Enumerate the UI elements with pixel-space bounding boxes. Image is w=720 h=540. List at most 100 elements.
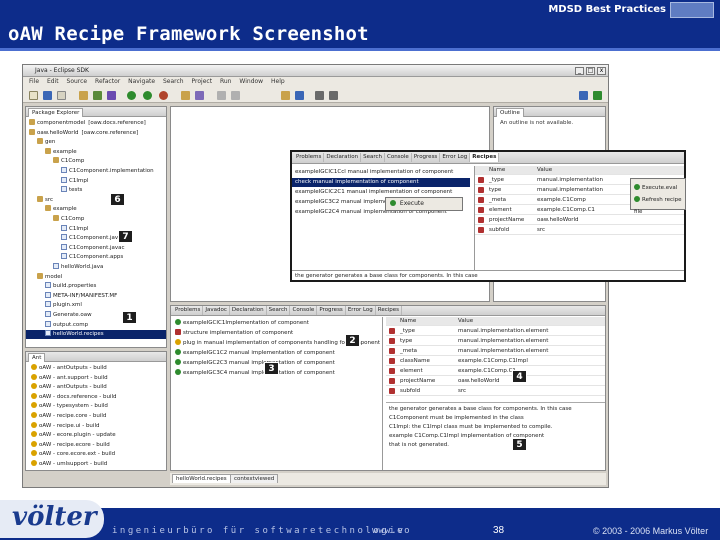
- close-button[interactable]: x: [597, 67, 606, 75]
- zoom-tab-problems[interactable]: Problems: [294, 153, 325, 162]
- debug-icon[interactable]: [127, 91, 136, 100]
- table-row[interactable]: subfold src: [386, 387, 605, 396]
- tree-item[interactable]: model: [26, 272, 166, 282]
- open-folder-icon[interactable]: [181, 91, 190, 100]
- tree-item[interactable]: C1Component.java: [26, 234, 166, 243]
- tree-item[interactable]: META-INF/MANIFEST.MF: [26, 291, 166, 301]
- prev-annotation-icon[interactable]: [315, 91, 324, 100]
- menu-refactor[interactable]: Refactor: [95, 77, 120, 87]
- tree-item[interactable]: example: [26, 147, 166, 157]
- tab-ant[interactable]: Ant: [28, 353, 46, 362]
- tab-search[interactable]: Search: [267, 306, 291, 315]
- menu-source[interactable]: Source: [67, 77, 88, 87]
- tree-item[interactable]: Generate.oaw: [26, 311, 166, 320]
- forward-icon[interactable]: [231, 91, 240, 100]
- table-row[interactable]: element example.C1Comp.C1: [386, 367, 605, 376]
- menu-run[interactable]: Run: [220, 77, 232, 87]
- run-icon[interactable]: [143, 91, 152, 100]
- tab-hello-world-recipes[interactable]: helloWorld.recipes: [172, 474, 231, 483]
- tree-item[interactable]: tests: [26, 186, 166, 195]
- tree-item[interactable]: output.comp: [26, 320, 166, 330]
- ant-target[interactable]: oAW - docs.reference - build: [26, 392, 166, 402]
- zoom-check-item[interactable]: check manual implementation of component: [292, 178, 470, 187]
- save-icon[interactable]: [43, 91, 52, 100]
- check-item[interactable]: exampleIGCIC1Implementation of component: [171, 319, 382, 328]
- table-row[interactable]: className example.C1Comp.C1Impl: [386, 357, 605, 366]
- zoom-tab-console[interactable]: Console: [385, 153, 412, 162]
- tree-item[interactable]: oaw.helloWorld [oaw.core.reference]: [26, 128, 166, 138]
- ant-target[interactable]: oAW - recipe.ui - build: [26, 421, 166, 431]
- tab-error-log[interactable]: Error Log: [346, 306, 376, 315]
- ant-target[interactable]: oAW - typesystem - build: [26, 402, 166, 411]
- zoom-tab-progress[interactable]: Progress: [412, 153, 441, 162]
- ant-target[interactable]: oAW - ant.support - build: [26, 373, 166, 383]
- menu-window[interactable]: Window: [239, 77, 263, 87]
- new-icon[interactable]: [29, 91, 38, 100]
- check-item[interactable]: exampleIGC1C2 manual implementation of c…: [171, 349, 382, 358]
- tree-item[interactable]: plugin.xml: [26, 301, 166, 310]
- minimize-button[interactable]: _: [575, 67, 584, 75]
- new-class-icon[interactable]: [93, 91, 102, 100]
- tree-item[interactable]: C1Component.apps: [26, 253, 166, 262]
- ant-target[interactable]: oAW - antOutputs - build: [26, 383, 166, 392]
- ant-target[interactable]: oAW - recipe.ecore - build: [26, 440, 166, 450]
- menu-help[interactable]: Help: [271, 77, 285, 87]
- table-row[interactable]: _meta manual.implementation.element: [386, 347, 605, 356]
- zoom-check-item[interactable]: exampleIGCIC2C1 manual implementation of…: [292, 188, 470, 197]
- back-icon[interactable]: [217, 91, 226, 100]
- tree-item[interactable]: src: [26, 195, 166, 205]
- tab-recipes[interactable]: Recipes: [376, 306, 403, 315]
- tab-outline[interactable]: Outline: [496, 108, 524, 117]
- zoom-tab-recipes[interactable]: Recipes: [470, 153, 500, 162]
- new-package-icon[interactable]: [107, 91, 116, 100]
- maximize-button[interactable]: □: [586, 67, 595, 75]
- tree-item[interactable]: C1Component.implementation: [26, 167, 166, 176]
- table-row[interactable]: type manual.implementation.element: [386, 337, 605, 346]
- ant-target[interactable]: oAW - ecore.plugin - update: [26, 431, 166, 440]
- search-icon[interactable]: [195, 91, 204, 100]
- tree-item[interactable]: componentmodel [oaw.docs.reference]: [26, 119, 166, 128]
- recipe-icon[interactable]: [281, 91, 290, 100]
- tree-item[interactable]: gen: [26, 138, 166, 147]
- zoom-tab-error-log[interactable]: Error Log: [440, 153, 471, 162]
- tab-progress[interactable]: Progress: [317, 306, 346, 315]
- ant-target[interactable]: oAW - umlsupport - build: [26, 460, 166, 469]
- tree-item[interactable]: C1Impl: [26, 224, 166, 234]
- tree-item[interactable]: C1Comp: [26, 157, 166, 166]
- tab-package-explorer[interactable]: Package Explorer: [28, 108, 84, 117]
- tree-item[interactable]: build.properties: [26, 282, 166, 291]
- perspective-java-icon[interactable]: [579, 91, 588, 100]
- tree-item[interactable]: C1Impl: [26, 176, 166, 186]
- table-row[interactable]: _type manual.implementation.element: [386, 327, 605, 336]
- zoom-check-item[interactable]: exampleIGCIC1Ccl manual implementation o…: [292, 168, 470, 177]
- ant-target[interactable]: oAW - antOutputs - build: [26, 364, 166, 373]
- menu-project[interactable]: Project: [192, 77, 213, 87]
- menu-file[interactable]: File: [29, 77, 39, 87]
- tree-item[interactable]: example: [26, 205, 166, 214]
- perspective-debug-icon[interactable]: [593, 91, 602, 100]
- table-row[interactable]: projectName oaw.helloWorld: [386, 377, 605, 386]
- build-icon[interactable]: [295, 91, 304, 100]
- menu-edit[interactable]: Edit: [47, 77, 59, 87]
- zoom-tab-declaration[interactable]: Declaration: [324, 153, 362, 162]
- menu-navigate[interactable]: Navigate: [128, 77, 155, 87]
- tree-item[interactable]: C1Comp: [26, 215, 166, 224]
- external-tools-icon[interactable]: [159, 91, 168, 100]
- tree-item[interactable]: helloWorld.java: [26, 263, 166, 272]
- table-row[interactable]: subfold src: [475, 226, 684, 235]
- tab-context-viewed[interactable]: contextviewed: [230, 474, 279, 483]
- menu-search[interactable]: Search: [163, 77, 184, 87]
- zoom-tab-search[interactable]: Search: [361, 153, 385, 162]
- table-row[interactable]: projectName oaw.helloWorld: [475, 216, 684, 225]
- context-menu-execute[interactable]: Execute: [400, 200, 424, 207]
- tab-javadoc[interactable]: Javadoc: [203, 306, 230, 315]
- tab-declaration[interactable]: Declaration: [230, 306, 267, 315]
- tab-problems[interactable]: Problems: [173, 306, 204, 315]
- next-annotation-icon[interactable]: [329, 91, 338, 100]
- ant-target[interactable]: oAW - recipe.core - build: [26, 412, 166, 421]
- tree-item[interactable]: C1Component.javac: [26, 243, 166, 253]
- popup-execute-eval[interactable]: Execute.eval: [642, 185, 677, 191]
- tab-console[interactable]: Console: [290, 306, 318, 315]
- ant-target[interactable]: oAW - core.ecore.ext - build: [26, 450, 166, 459]
- open-type-icon[interactable]: [79, 91, 88, 100]
